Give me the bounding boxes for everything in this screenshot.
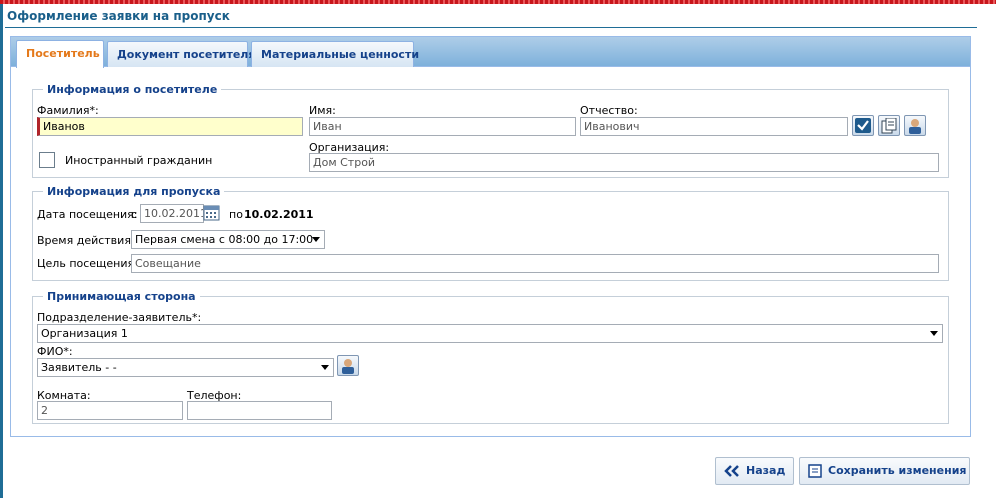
date-from-label: с — [131, 208, 138, 221]
firstname-input[interactable]: Иван — [309, 117, 576, 136]
purpose-label: Цель посещения: — [37, 257, 138, 270]
tab-visitor[interactable]: Посетитель — [16, 40, 104, 68]
fio-select[interactable]: Заявитель - - — [37, 358, 334, 377]
visit-date-label: Дата посещения: — [37, 208, 138, 221]
patronymic-label: Отчество: — [580, 104, 638, 117]
person-icon — [342, 359, 354, 374]
validity-select[interactable]: Первая смена с 08:00 до 17:00 — [131, 230, 325, 249]
calendar-icon — [203, 205, 220, 221]
person-icon — [909, 119, 921, 134]
chevron-down-icon — [312, 237, 320, 242]
back-button-label: Назад — [746, 464, 786, 477]
top-border — [0, 0, 996, 4]
department-label: Подразделение-заявитель*: — [37, 311, 202, 324]
host-legend: Принимающая сторона — [47, 290, 196, 303]
validity-label: Время действия: — [37, 234, 135, 247]
pass-info-legend: Информация для пропуска — [47, 185, 221, 198]
date-from-input[interactable]: 10.02.2011 — [140, 204, 204, 223]
foreign-citizen-checkbox[interactable] — [39, 152, 55, 168]
request-form-panel: Посетитель Документ посетителя Материаль… — [10, 36, 971, 437]
department-select[interactable]: Организация 1 — [37, 324, 943, 343]
date-to-value: 10.02.2011 — [244, 208, 314, 221]
lastname-label: Фамилия*: — [37, 104, 99, 117]
documents-icon — [881, 118, 897, 134]
check-visitor-button[interactable] — [852, 115, 874, 136]
purpose-input[interactable]: Совещание — [131, 254, 939, 273]
tab-strip: Посетитель Документ посетителя Материаль… — [11, 37, 970, 68]
calendar-button[interactable] — [203, 204, 220, 223]
back-button[interactable]: Назад — [715, 457, 794, 485]
patronymic-input[interactable]: Иванович — [580, 117, 848, 136]
firstname-label: Имя: — [309, 104, 336, 117]
date-to-label: по — [229, 208, 243, 221]
chevron-down-icon — [321, 365, 329, 370]
department-select-value: Организация 1 — [41, 327, 128, 340]
fio-select-value: Заявитель - - — [41, 361, 117, 374]
left-border — [0, 4, 3, 498]
title-divider — [5, 27, 977, 28]
lastname-input[interactable]: Иванов — [37, 117, 303, 136]
room-input[interactable]: 2 — [37, 401, 183, 420]
save-icon — [808, 464, 822, 478]
select-host-button[interactable] — [337, 355, 359, 376]
back-arrow-icon — [724, 465, 739, 477]
copy-visitor-button[interactable] — [878, 115, 900, 136]
tab-valuables[interactable]: Материальные ценности — [251, 41, 419, 67]
validity-select-value: Первая смена с 08:00 до 17:00 — [135, 233, 314, 246]
phone-input[interactable] — [187, 401, 332, 420]
chevron-down-icon — [930, 331, 938, 336]
checkmark-icon — [855, 118, 871, 133]
select-visitor-button[interactable] — [904, 115, 926, 136]
visitor-info-legend: Информация о посетителе — [47, 83, 218, 96]
window-title: Оформление заявки на пропуск — [7, 9, 230, 23]
fio-label: ФИО*: — [37, 345, 73, 358]
foreign-citizen-label: Иностранный гражданин — [65, 154, 213, 167]
organization-input[interactable]: Дом Строй — [309, 153, 939, 172]
save-changes-label: Сохранить изменения — [828, 464, 967, 477]
tab-visitor-document[interactable]: Документ посетителя — [107, 41, 255, 67]
save-changes-button[interactable]: Сохранить изменения — [799, 457, 970, 485]
